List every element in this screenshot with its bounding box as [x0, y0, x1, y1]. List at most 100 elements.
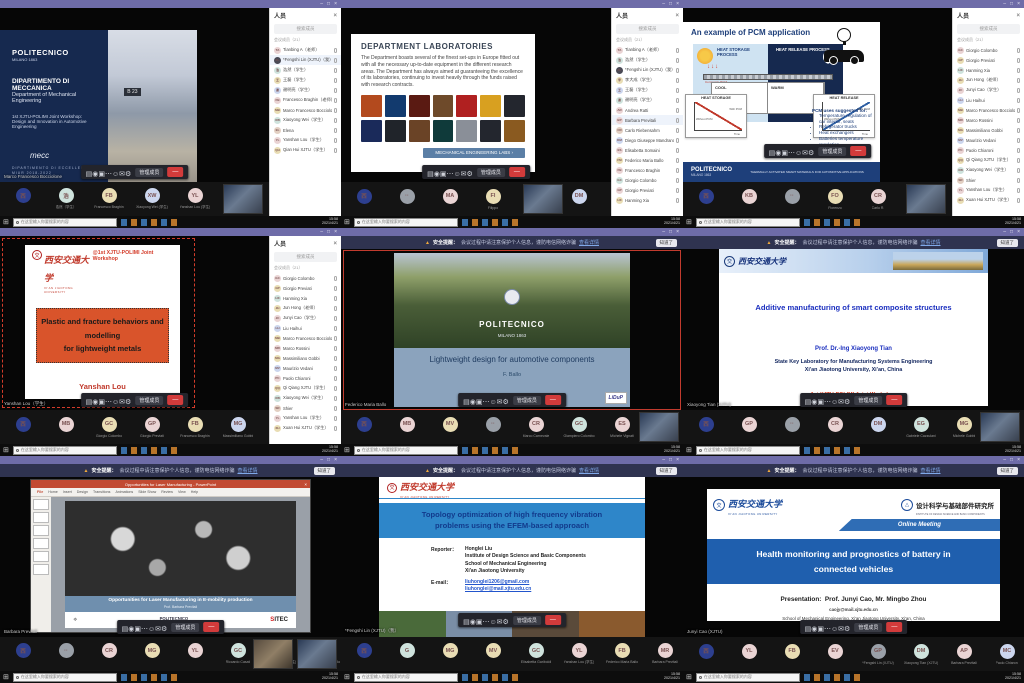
- minimize-icon[interactable]: –: [662, 1, 665, 7]
- maximize-icon[interactable]: □: [669, 457, 672, 463]
- start-button[interactable]: ⊞: [3, 218, 9, 226]
- ribbon-tab[interactable]: Review: [161, 490, 173, 494]
- minimize-icon[interactable]: –: [662, 229, 665, 235]
- end-call-button[interactable]: —: [203, 622, 219, 632]
- slide-thumbnail[interactable]: [33, 551, 49, 562]
- toolbar-icon[interactable]: ⚙: [125, 399, 131, 406]
- filmstrip-participant[interactable]: ··: [49, 643, 83, 665]
- participant-row[interactable]: XWXiaoyong Wei（学生）: [270, 115, 341, 125]
- participant-row[interactable]: YLYanshan Lou（学生）: [953, 185, 1024, 195]
- system-tray[interactable]: 15:58 2021/4/21: [664, 673, 680, 681]
- mic-icon[interactable]: [676, 138, 679, 143]
- taskbar-apps[interactable]: [121, 674, 179, 681]
- end-call-button[interactable]: —: [886, 622, 902, 632]
- banner-link[interactable]: 查看详情: [579, 467, 599, 474]
- filmstrip-participant[interactable]: YL: [732, 644, 766, 665]
- maximize-icon[interactable]: □: [1010, 457, 1013, 463]
- participant-row[interactable]: FBFrancesco Braghin: [612, 165, 683, 175]
- participant-row[interactable]: TATianbing A（老师）: [270, 45, 341, 55]
- start-button[interactable]: ⊞: [686, 218, 692, 226]
- filmstrip-participant[interactable]: MCPaolo Chiaroni: [990, 644, 1024, 665]
- maximize-icon[interactable]: □: [1010, 229, 1013, 235]
- taskbar-apps[interactable]: [462, 447, 520, 454]
- participant-row[interactable]: YLYanshan Lou（学生）: [270, 413, 341, 423]
- filmstrip-participant[interactable]: XWXiaoyong Wei (学生): [135, 188, 169, 210]
- taskbar-apps[interactable]: [121, 447, 179, 454]
- mic-icon[interactable]: [334, 68, 337, 73]
- participant-row[interactable]: ARAndrea Ratti: [612, 105, 683, 115]
- filmstrip-participant[interactable]: 西: [347, 643, 381, 665]
- video-thumbnail[interactable]: [223, 184, 263, 214]
- mic-icon[interactable]: [676, 148, 679, 153]
- taskbar-search[interactable]: 在这里输入你要搜索的内容: [696, 673, 800, 682]
- filmstrip-participant[interactable]: ··: [775, 189, 809, 210]
- minimize-icon[interactable]: –: [320, 457, 323, 463]
- toolbar-icon[interactable]: ⚙: [161, 626, 167, 633]
- close-icon[interactable]: ×: [676, 229, 679, 235]
- ribbon-tab[interactable]: Help: [191, 490, 198, 494]
- mic-icon[interactable]: [676, 78, 679, 83]
- taskbar-search[interactable]: 在这里输入你要搜索的内容: [13, 218, 117, 227]
- panel-close-icon[interactable]: ×: [333, 241, 337, 247]
- participant-row[interactable]: ESElisabetta Somaini: [612, 145, 683, 155]
- close-icon[interactable]: ×: [334, 1, 337, 7]
- taskbar-search[interactable]: 在这里输入你要搜索的内容: [13, 673, 117, 682]
- end-call-button[interactable]: —: [509, 167, 525, 177]
- close-icon[interactable]: ×: [334, 229, 337, 235]
- participant-row[interactable]: 谢谢明亮（学生）: [270, 85, 341, 95]
- participant-row[interactable]: XWXiaoyong Wei（学生）: [270, 393, 341, 403]
- mic-icon[interactable]: [676, 48, 679, 53]
- participant-row[interactable]: ELElena: [270, 125, 341, 135]
- participant-row[interactable]: MGMassimiliano Gobbi: [953, 125, 1024, 135]
- participant-row[interactable]: MRMarco Rossini: [953, 115, 1024, 125]
- taskbar-search[interactable]: 在这里输入你要搜索的内容: [354, 673, 458, 682]
- end-call-button[interactable]: —: [167, 395, 183, 405]
- mic-icon[interactable]: [334, 88, 337, 93]
- mic-icon[interactable]: [334, 396, 337, 401]
- mic-icon[interactable]: [334, 98, 337, 103]
- taskbar-search[interactable]: 在这里输入你要搜索的内容: [696, 218, 800, 227]
- start-button[interactable]: ⊞: [3, 673, 9, 681]
- system-tray[interactable]: 15:58 2021/4/21: [1005, 673, 1021, 681]
- filmstrip-participant[interactable]: CR: [92, 643, 126, 665]
- slide-thumbnail[interactable]: [33, 525, 49, 536]
- participant-row[interactable]: QQQi Qiang XJTU（学生）: [270, 383, 341, 393]
- banner-dismiss-button[interactable]: 知道了: [997, 467, 1019, 475]
- video-thumbnail[interactable]: [297, 639, 337, 669]
- toolbar-icon[interactable]: ☺: [112, 171, 119, 178]
- system-tray[interactable]: 15:58 2021/4/21: [1005, 446, 1021, 454]
- minimize-icon[interactable]: –: [662, 457, 665, 463]
- filmstrip-participant[interactable]: FBFrancesco Braghin: [178, 417, 212, 438]
- toolbar-icon[interactable]: ▤: [463, 399, 470, 406]
- mic-icon[interactable]: [334, 118, 337, 123]
- mic-icon[interactable]: [334, 426, 337, 431]
- mic-icon[interactable]: [676, 88, 679, 93]
- toolbar-icon[interactable]: ⚙: [125, 171, 131, 178]
- panel-close-icon[interactable]: ×: [1016, 13, 1020, 19]
- manage-members-button[interactable]: 管理成员: [135, 168, 163, 177]
- email-link[interactable]: liuhonglei1206@gmail.com: [465, 579, 531, 587]
- participant-row[interactable]: 浩浩然（学生）: [612, 55, 683, 65]
- member-search-input[interactable]: 搜索成员: [957, 24, 1020, 34]
- mic-icon[interactable]: [334, 286, 337, 291]
- participant-row[interactable]: GPGiorgio Previati: [612, 185, 683, 195]
- filmstrip-participant[interactable]: GCElisabetta Gariboldi: [519, 643, 553, 665]
- participant-row[interactable]: 王王磊（学生）: [270, 75, 341, 85]
- toolbar-icon[interactable]: ⚙: [844, 399, 850, 406]
- participant-row[interactable]: JHJun Hong（老师）: [270, 303, 341, 313]
- filmstrip-participant[interactable]: APBarbara Previtali: [947, 644, 981, 665]
- taskbar-apps[interactable]: [462, 219, 520, 226]
- system-tray[interactable]: 15:58 2021/4/21: [1005, 218, 1021, 226]
- start-button[interactable]: ⊞: [344, 673, 350, 681]
- taskbar-search[interactable]: 在这里输入你要搜索的内容: [354, 446, 458, 455]
- filmstrip-participant[interactable]: YL: [178, 643, 212, 665]
- end-call-button[interactable]: —: [886, 395, 902, 405]
- filmstrip-participant[interactable]: ··: [476, 417, 510, 438]
- toolbar-icon[interactable]: ☺: [831, 399, 838, 406]
- taskbar-search[interactable]: 在这里输入你要搜索的内容: [13, 446, 117, 455]
- toolbar-icon[interactable]: ☺: [795, 150, 802, 157]
- mic-icon[interactable]: [334, 326, 337, 331]
- participant-row[interactable]: LHLiu Haihui: [953, 95, 1024, 105]
- video-thumbnail[interactable]: [980, 412, 1020, 442]
- mic-icon[interactable]: [676, 158, 679, 163]
